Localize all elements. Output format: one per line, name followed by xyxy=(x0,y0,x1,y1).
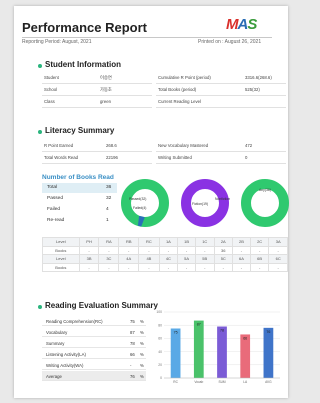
books-donut-charts: Passed(32) Failed(4) Fiction(19) Nonfict… xyxy=(121,179,289,227)
cumulative-point-value: 3316.6(268.6) xyxy=(245,75,272,80)
vocabulary-mastered-label: New Vocabulary Mastered xyxy=(158,143,209,148)
donut-label: Any(36) xyxy=(259,188,271,192)
total-books-label: Total Books (period) xyxy=(158,87,197,92)
row-divider xyxy=(156,163,286,164)
r-point-label: R Point Earned xyxy=(44,143,74,148)
header-divider xyxy=(22,37,272,38)
y-tick-label: 0 xyxy=(160,376,162,380)
bar-sum xyxy=(217,326,227,378)
x-tick-label: SUM xyxy=(218,380,225,384)
books-reread-row: Re-read 1 xyxy=(47,218,109,223)
section-bullet-icon xyxy=(38,305,42,309)
pass-fail-donut: Passed(32) Failed(4) xyxy=(121,179,169,227)
x-tick-label: RC xyxy=(173,380,178,384)
books-total-row: Total 36 xyxy=(42,183,117,193)
bar-value-label: 78 xyxy=(220,329,224,333)
row-divider xyxy=(156,83,286,84)
table-row: Level 3B 3C 4A 4B 4C 5A 5B 5C 6A 6B 6C xyxy=(42,254,288,264)
books-passed-row: Passed 32 xyxy=(47,196,112,201)
words-read-label: Total Words Read xyxy=(44,155,79,160)
literacy-summary-heading: Literacy Summary xyxy=(45,126,115,135)
page-title: Performance Report xyxy=(22,20,147,35)
bar-value-label: 87 xyxy=(197,323,201,327)
donut-label: Failed(4) xyxy=(133,206,146,210)
y-tick-label: 80 xyxy=(158,323,162,327)
y-tick-label: 40 xyxy=(158,350,162,354)
section-bullet-icon xyxy=(38,64,42,68)
writing-submitted-value: 0 xyxy=(245,155,248,160)
cumulative-point-label: Cumulative R Point (period) xyxy=(158,75,211,80)
words-read-value: 22196 xyxy=(106,155,118,160)
bar-value-label: 76 xyxy=(266,330,270,334)
printed-date: Printed on : August 26, 2021 xyxy=(198,39,262,45)
r-point-value: 268.6 xyxy=(106,143,117,148)
bar-vocab xyxy=(193,320,204,378)
bar-la xyxy=(240,334,251,378)
row-divider xyxy=(42,95,152,96)
reading-eval-heading: Reading Evaluation Summary xyxy=(45,301,158,310)
eval-row: Reading Comprehension(RC) 75% xyxy=(42,316,146,326)
eval-row: Listening Activity(LA) 66% xyxy=(42,349,146,359)
student-info-heading: Student Information xyxy=(45,60,121,69)
bar-value-label: 66 xyxy=(243,336,247,340)
donut-label: Fiction(19) xyxy=(192,202,208,206)
eval-row: Vocabulary 87% xyxy=(42,327,146,337)
books-read-title: Number of Books Read xyxy=(42,174,114,181)
school-label: School xyxy=(44,87,58,92)
table-row: Level PH RA RB RC 1A 1B 1C 2A 2B 2C 3A xyxy=(42,237,288,247)
bar-rc xyxy=(170,328,181,378)
eval-row: Writing Activity(WA) -% xyxy=(42,360,146,370)
reading-eval-bar-chart: 0 20 40 60 80 100 75 RC 87 Vocab 78 SUM 66 LA 76 AVG xyxy=(156,310,280,384)
any-donut: Any(36) xyxy=(241,179,289,227)
y-tick-label: 60 xyxy=(158,337,162,341)
x-tick-label: AVG xyxy=(265,380,272,384)
x-tick-label: Vocab xyxy=(194,380,203,384)
row-divider xyxy=(156,151,286,152)
class-value: green xyxy=(100,99,111,104)
donut-label: Nonfiction xyxy=(215,197,230,201)
eval-average-row: Average 76% xyxy=(42,371,146,381)
reading-level-label: Current Reading Level xyxy=(158,99,201,104)
writing-submitted-label: Writing Submitted xyxy=(158,155,192,160)
row-divider xyxy=(156,107,286,108)
donut-segment-passed xyxy=(121,179,169,227)
row-divider xyxy=(42,151,152,152)
fiction-donut: Fiction(19) Nonfiction xyxy=(181,179,230,227)
student-label: Student xyxy=(44,75,59,80)
x-tick-label: LA xyxy=(243,380,248,384)
brand-logo: MAS xyxy=(226,16,257,33)
school-value: 가동초 xyxy=(100,87,112,92)
level-table: Level PH RA RB RC 1A 1B 1C 2A 2B 2C 3A Books - - - - - - -… xyxy=(42,237,288,272)
section-bullet-icon xyxy=(38,130,42,134)
vocabulary-mastered-value: 472 xyxy=(245,143,253,148)
class-label: Class xyxy=(44,99,55,104)
y-tick-label: 100 xyxy=(156,310,162,314)
donut-label: Passed(32) xyxy=(129,197,146,201)
student-value: 이승연 xyxy=(100,75,112,80)
y-tick-label: 20 xyxy=(158,363,162,367)
donut-segment-failed xyxy=(137,215,145,227)
table-row: Books - - - - - - - - - - - xyxy=(42,262,288,272)
eval-row: Summary 78% xyxy=(42,338,146,348)
reporting-period: Reporting Period: August, 2021 xyxy=(22,39,92,45)
books-failed-row: Failed 4 xyxy=(47,207,109,212)
row-divider xyxy=(156,95,286,96)
total-books-value: 525(32) xyxy=(245,87,260,92)
table-row: Books - - - - - - -36- - - xyxy=(42,245,288,255)
row-divider xyxy=(42,107,152,108)
row-divider xyxy=(42,83,152,84)
bar-value-label: 75 xyxy=(174,331,178,335)
row-divider xyxy=(42,163,152,164)
bar-avg xyxy=(263,327,274,378)
